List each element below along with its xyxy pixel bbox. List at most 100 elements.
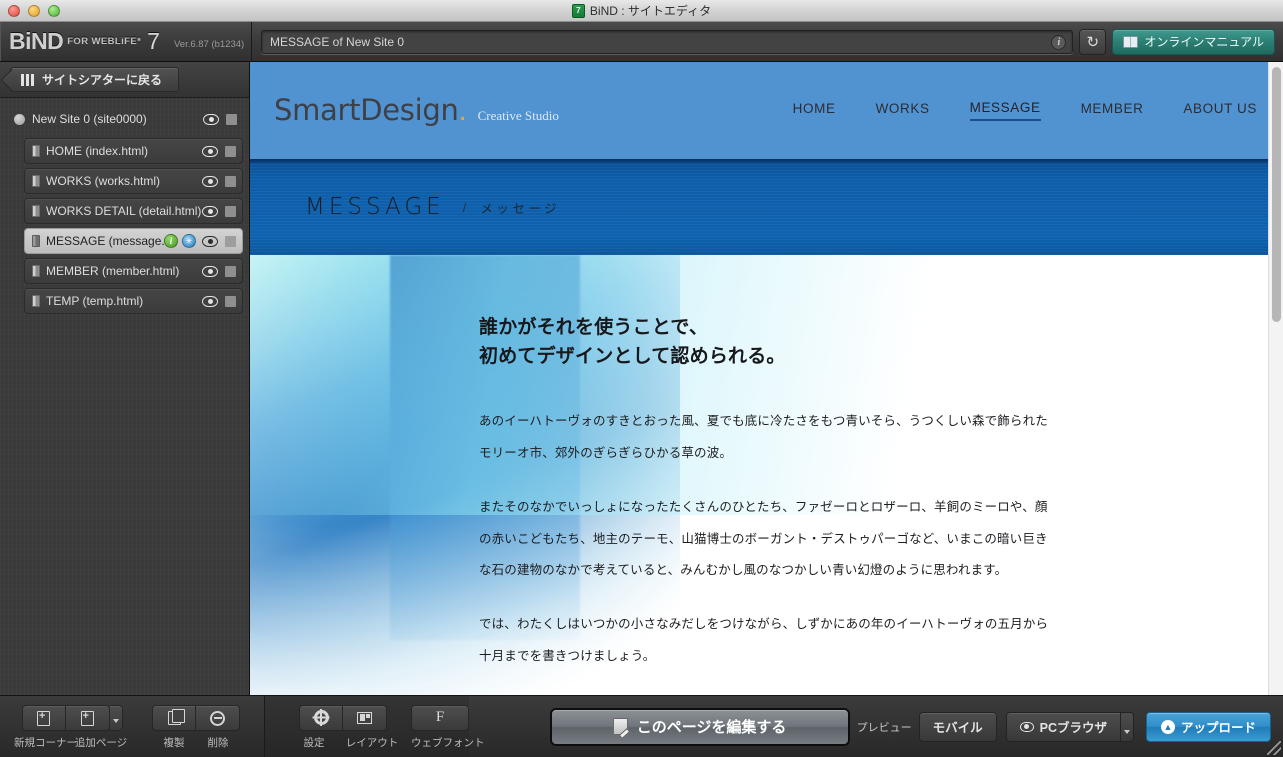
- page-settings-gear-icon[interactable]: ✳: [182, 234, 196, 248]
- visibility-eye-icon[interactable]: [202, 145, 218, 157]
- lock-square-icon[interactable]: [226, 113, 237, 125]
- lock-square-icon[interactable]: [225, 175, 236, 187]
- nav-item-works[interactable]: WORKS: [876, 101, 930, 120]
- upload-label: アップロード: [1180, 721, 1256, 735]
- visibility-eye-icon[interactable]: [203, 113, 219, 125]
- article-paragraph: あのイーハトーヴォのすきとおった風、夏でも底に冷たさをもつ青いそら、うつくしい森…: [479, 413, 1048, 460]
- page-icon: [32, 235, 40, 247]
- nav-item-home[interactable]: HOME: [793, 101, 836, 120]
- nav-item-member[interactable]: MEMBER: [1081, 101, 1144, 120]
- site-header: SmartDesign . Creative Studio HOME WORKS…: [250, 62, 1283, 159]
- site-logo-subtitle: Creative Studio: [477, 108, 559, 123]
- site-logo-text: SmartDesign: [274, 93, 459, 127]
- webfont-button[interactable]: F: [411, 704, 469, 731]
- nav-item-about-us[interactable]: ABOUT US: [1183, 101, 1257, 120]
- delete-button[interactable]: [196, 705, 240, 731]
- window-title-text: BiND : サイトエディタ: [589, 4, 712, 18]
- reload-button[interactable]: ↻: [1079, 28, 1107, 55]
- layout-icon: [357, 711, 372, 724]
- add-page-dropdown-button[interactable]: [109, 705, 123, 731]
- webfont-segment: F ウェブフォント: [411, 704, 485, 750]
- add-page-button[interactable]: [65, 705, 110, 731]
- visibility-eye-icon[interactable]: [202, 295, 218, 307]
- duplicate-icon: [167, 709, 185, 725]
- preview-scrollbar-thumb[interactable]: [1272, 67, 1281, 322]
- page-label: WORKS DETAIL (detail.html): [46, 204, 202, 218]
- new-corner-icon: [37, 710, 50, 726]
- eye-icon: [1019, 721, 1034, 732]
- page-info-icon[interactable]: i: [164, 234, 178, 248]
- main-toolbar: BiND FOR WEBLiFE* 7 Ver.6.87 (b1234) MES…: [0, 22, 1283, 62]
- visibility-eye-icon[interactable]: [202, 205, 218, 217]
- pc-browser-dropdown-button[interactable]: [1120, 711, 1134, 742]
- article-paragraph: またそのなかでいっしょになったたくさんのひとたち、ファゼーロとロザーロ、羊飼のミ…: [479, 499, 1048, 578]
- new-corner-add-page-segment: 新規コーナー 追加ページ: [14, 705, 130, 750]
- back-to-site-theater-button[interactable]: サイトシアターに戻る: [10, 67, 180, 92]
- article-paragraph: では、わたくしはいつかの小さなみだしをつけながら、しずかにあの年のイーハトーヴォ…: [479, 617, 1049, 664]
- lock-square-icon[interactable]: [225, 145, 236, 157]
- preview-scrollbar[interactable]: [1268, 62, 1283, 695]
- minimize-window-button[interactable]: [28, 5, 40, 17]
- page-icon: [32, 295, 40, 307]
- webfont-label: ウェブフォント: [411, 736, 485, 749]
- sidebar-item-works-detail[interactable]: WORKS DETAIL (detail.html): [24, 198, 243, 224]
- window-titlebar: 7 BiND : サイトエディタ: [0, 0, 1283, 22]
- gear-icon: [313, 709, 329, 726]
- page-label: WORKS (works.html): [46, 174, 160, 188]
- zoom-window-button[interactable]: [48, 5, 60, 17]
- upload-button[interactable]: ▲ アップロード: [1145, 711, 1271, 742]
- lock-square-icon[interactable]: [225, 295, 236, 307]
- online-manual-button[interactable]: オンラインマニュアル: [1112, 28, 1275, 55]
- visibility-eye-icon[interactable]: [202, 235, 218, 247]
- lock-square-icon[interactable]: [225, 265, 236, 277]
- site-nav: HOME WORKS MESSAGE MEMBER ABOUT US: [793, 100, 1257, 121]
- upload-arrow-icon: ▲: [1160, 719, 1175, 734]
- page-label: HOME (index.html): [46, 144, 149, 158]
- sidebar-item-site[interactable]: New Site 0 (site0000): [6, 106, 243, 132]
- delete-label: 削除: [207, 737, 229, 749]
- page-content: 誰かがそれを使うことで、 初めてデザインとして認められる。 あのイーハトーヴォの…: [250, 255, 1283, 695]
- duplicate-button[interactable]: [152, 705, 196, 731]
- pc-browser-button[interactable]: PCブラウザ: [1005, 711, 1121, 742]
- site-logo[interactable]: SmartDesign . Creative Studio: [274, 93, 559, 128]
- page-label: TEMP (temp.html): [46, 294, 144, 308]
- settings-label: 設定: [303, 736, 325, 749]
- pc-browser-label: PCブラウザ: [1039, 721, 1107, 735]
- add-page-label: 追加ページ: [74, 737, 128, 749]
- page-name-field[interactable]: MESSAGE of New Site 0 i: [261, 29, 1074, 54]
- sidebar-item-temp[interactable]: TEMP (temp.html): [24, 288, 243, 314]
- new-corner-label: 新規コーナー: [14, 737, 77, 749]
- lock-square-icon[interactable]: [225, 205, 236, 217]
- page-label: MEMBER (member.html): [46, 264, 180, 278]
- settings-button[interactable]: [299, 704, 343, 731]
- visibility-eye-icon[interactable]: [202, 265, 218, 277]
- page-list: New Site 0 (site0000) HOME (index.html) …: [0, 98, 249, 314]
- brand-version-number: 7: [147, 28, 160, 54]
- bind-site-editor-window: 7 BiND : サイトエディタ BiND FOR WEBLiFE* 7 Ver…: [0, 0, 1283, 757]
- brand-area: BiND FOR WEBLiFE* 7 Ver.6.87 (b1234): [0, 22, 252, 61]
- sidebar-item-message[interactable]: MESSAGE (message.h... i ✳: [24, 228, 243, 254]
- lock-square-icon[interactable]: [225, 235, 236, 247]
- close-window-button[interactable]: [8, 5, 20, 17]
- brand-version-text: Ver.6.87 (b1234): [173, 38, 245, 50]
- duplicate-label: 複製: [163, 737, 185, 749]
- layout-button[interactable]: [343, 704, 387, 731]
- article-body: 誰かがそれを使うことで、 初めてデザインとして認められる。 あのイーハトーヴォの…: [479, 255, 1059, 695]
- sidebar-item-works[interactable]: WORKS (works.html): [24, 168, 243, 194]
- edit-document-icon: [612, 718, 628, 735]
- new-corner-button[interactable]: [21, 705, 66, 731]
- bars-icon: [21, 73, 34, 86]
- mobile-preview-label: モバイル: [932, 721, 983, 735]
- nav-item-message[interactable]: MESSAGE: [969, 100, 1041, 121]
- webfont-f-icon: F: [435, 709, 445, 725]
- edit-this-page-button[interactable]: このページを編集する: [549, 707, 850, 746]
- sidebar-item-home[interactable]: HOME (index.html): [24, 138, 243, 164]
- page-icon: [32, 145, 40, 157]
- info-icon[interactable]: i: [1051, 34, 1067, 50]
- window-resize-grip[interactable]: [1267, 741, 1281, 755]
- visibility-eye-icon[interactable]: [202, 175, 218, 187]
- sidebar-item-member[interactable]: MEMBER (member.html): [24, 258, 243, 284]
- page-create-group: 新規コーナー 追加ページ: [0, 696, 130, 757]
- mobile-preview-button[interactable]: モバイル: [918, 711, 997, 742]
- page-banner: MESSAGE / メッセージ: [250, 159, 1283, 258]
